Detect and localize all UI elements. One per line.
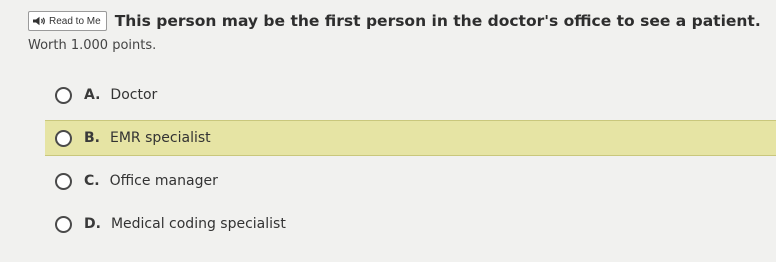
radio-button[interactable]: [55, 215, 72, 233]
radio-button[interactable]: [55, 129, 72, 147]
option-letter: A.: [84, 87, 101, 103]
option-letter: D.: [84, 216, 101, 232]
option-a[interactable]: A. Doctor: [45, 77, 776, 113]
option-d[interactable]: D. Medical coding specialist: [45, 206, 776, 242]
question-text: This person may be the first person in t…: [114, 12, 761, 30]
answer-options: A. Doctor B. EMR specialist C. Office ma…: [45, 77, 776, 249]
option-letter: C.: [84, 173, 100, 189]
speaker-icon: [33, 16, 45, 26]
option-text: Medical coding specialist: [110, 216, 286, 232]
option-c[interactable]: C. Office manager: [45, 163, 776, 199]
option-b[interactable]: B. EMR specialist: [45, 120, 776, 156]
option-text: Office manager: [109, 173, 218, 189]
radio-button[interactable]: [55, 172, 72, 190]
points-worth: Worth 1.000 points.: [28, 38, 157, 53]
read-to-me-label: Read to Me: [49, 15, 101, 27]
option-text: EMR specialist: [110, 130, 211, 146]
radio-button[interactable]: [55, 86, 72, 104]
question-header: Read to Me This person may be the first …: [28, 11, 761, 31]
read-to-me-button[interactable]: Read to Me: [28, 11, 107, 31]
option-text: Doctor: [110, 87, 158, 103]
option-letter: B.: [84, 130, 100, 146]
